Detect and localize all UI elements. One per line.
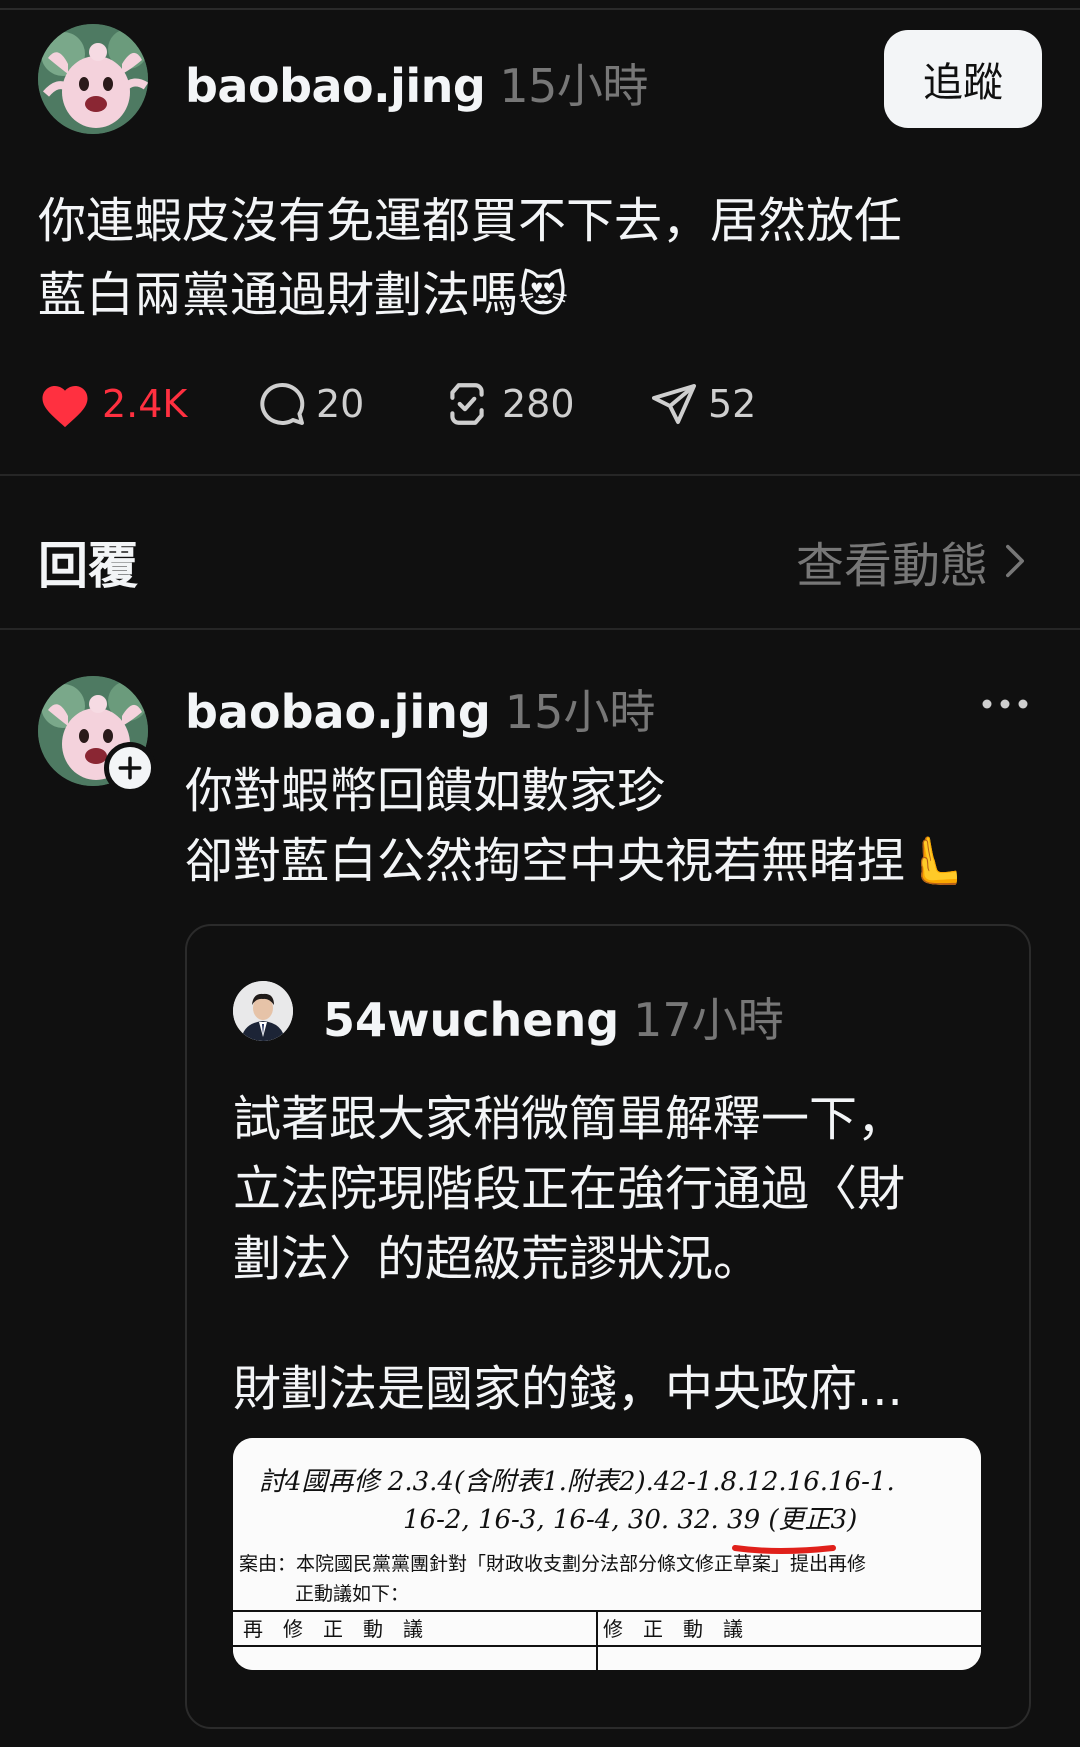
reply-username[interactable]: baobao.jing [185,685,491,739]
post-username[interactable]: baobao.jing [185,59,486,113]
quote-body: 試著跟大家稍微簡單解釋一下， 立法院現階段正在強行通過〈財 劃法〉的超級荒謬狀況… [233,1084,1013,1294]
comment-button[interactable]: 20 [258,374,364,434]
post-author[interactable]: baobao.jing 15小時 [185,50,648,116]
repost-count: 280 [502,382,575,426]
document-column-1: 再 修 正 動 議 [243,1617,423,1641]
document-case-text: 案由：本院國民黨黨團針對「財政收支劃分法部分條文修正草案」提出再修 [239,1553,866,1575]
post-body: 你連蝦皮沒有免運都買不下去，居然放任 藍白兩黨通過財劃法嗎😻 [38,184,1038,332]
share-button[interactable]: 52 [650,374,756,434]
reply-text-line: 你對蝦幣回饋如數家珍 [185,763,666,819]
document-scan: 討4國再修 2.3.4(含附表1.附表2).42-1.8.12.16.16-1.… [233,1438,981,1670]
post-time: 15小時 [499,59,648,113]
quote-text-line: 立法院現階段正在強行通過〈財 [233,1161,906,1217]
quote-text-line: 劃法〉的超級荒謬狀況。 [233,1231,762,1287]
comment-count: 20 [316,382,365,426]
quote-text-truncated: 財劃法是國家的錢，中央政府... [233,1361,903,1417]
avatar[interactable] [233,981,293,1041]
post-actions: 2.4K 20 280 52 [38,374,938,434]
repost-button[interactable]: 280 [442,374,575,434]
post-text-line: 你連蝦皮沒有免運都買不下去，居然放任 [38,193,903,249]
avatar[interactable] [38,24,148,134]
document-handwritten-line-2: 16-2, 16-3, 16-4, 30. 32. 39 (更正3) [403,1505,857,1535]
reply-time: 15小時 [504,685,656,739]
divider [0,628,1080,630]
send-icon [652,384,696,424]
chevron-right-icon [1006,544,1024,578]
post-header: baobao.jing 15小時 追蹤 [38,24,1042,134]
quote-username[interactable]: 54wucheng [323,993,619,1047]
comment-icon [260,382,305,425]
follow-plus-button[interactable] [104,742,156,794]
post-text-line: 藍白兩黨通過財劃法嗎😻 [38,267,569,323]
reply-text-line: 卻對藍白公然掏空中央視若無睹捏🫷 [185,833,965,889]
document-handwritten-line-1: 討4國再修 2.3.4(含附表1.附表2).42-1.8.12.16.16-1. [259,1467,895,1497]
top-divider [0,8,1080,10]
follow-button[interactable]: 追蹤 [884,30,1042,128]
quote-author[interactable]: 54wucheng 17小時 [323,984,784,1050]
divider [0,474,1080,476]
document-column-2: 修 正 動 議 [603,1617,743,1641]
more-options-icon[interactable] [980,694,1030,714]
quote-text-line: 試著跟大家稍微簡單解釋一下， [233,1091,906,1147]
view-activity-label: 查看動態 [795,538,988,594]
reply-author[interactable]: baobao.jing 15小時 [185,676,655,742]
document-image[interactable]: 討4國再修 2.3.4(含附表1.附表2).42-1.8.12.16.16-1.… [233,1438,981,1670]
avatar-image [38,24,148,134]
red-underline [732,1545,836,1554]
like-count: 2.4K [102,382,188,426]
heart-icon [42,386,88,428]
repost-icon [450,383,484,425]
plus-icon [118,756,142,780]
quote-time: 17小時 [633,993,784,1047]
replies-heading: 回覆 [38,537,138,595]
share-count: 52 [708,382,757,426]
avatar-image [233,981,293,1041]
quoted-post-card[interactable]: 54wucheng 17小時 試著跟大家稍微簡單解釋一下， 立法院現階段正在強行通… [185,924,1031,1729]
reply-body: 你對蝦幣回饋如數家珍 卻對藍白公然掏空中央視若無睹捏🫷 [185,756,1045,896]
view-activity-link[interactable]: 查看動態 [796,526,1024,596]
reply-avatar-group [38,676,156,794]
document-case-text-2: 正動議如下： [295,1583,409,1605]
like-button[interactable]: 2.4K [38,374,187,434]
